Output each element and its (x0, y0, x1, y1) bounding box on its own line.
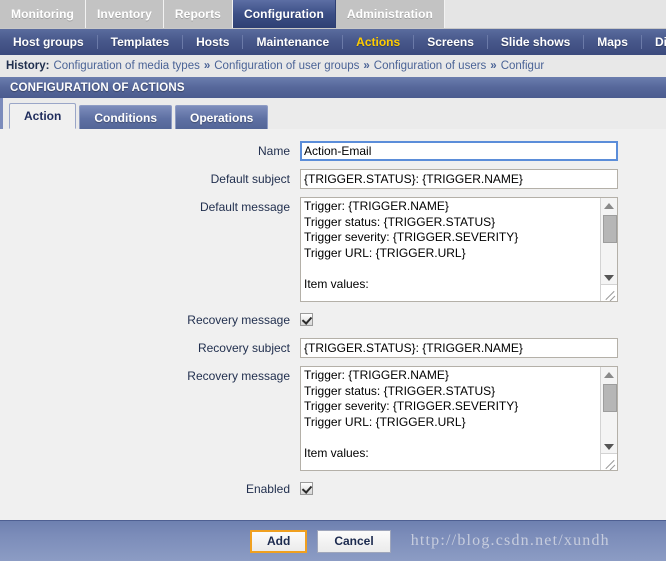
cancel-button[interactable]: Cancel (317, 529, 391, 553)
default-message-label: Default message (199, 200, 290, 214)
resize-grip-icon[interactable] (600, 284, 617, 301)
add-button[interactable]: Add (250, 529, 308, 553)
topnav-label: Administration (346, 7, 433, 21)
subnav-item-slide-shows[interactable]: Slide shows (488, 35, 585, 49)
subnav-label: Maintenance (256, 35, 330, 49)
scroll-down-arrow-icon[interactable] (601, 439, 617, 454)
subnav-label: Templates (110, 35, 170, 49)
name-label: Name (257, 144, 290, 158)
page-title-text: CONFIGURATION OF ACTIONS (10, 81, 185, 94)
breadcrumb-item-truncated[interactable]: Configur (501, 60, 544, 72)
subnav-item-host-groups[interactable]: Host groups (0, 35, 98, 49)
recovery-subject-label: Recovery subject (197, 341, 290, 355)
topnav-item-monitoring[interactable]: Monitoring (0, 0, 86, 28)
breadcrumb-item-user-groups[interactable]: Configuration of user groups (214, 60, 359, 72)
action-form: Name Default subject Default message Tri… (0, 129, 666, 520)
topnav-label: Reports (174, 7, 221, 21)
topnav-label: Inventory (96, 7, 152, 21)
topnav-item-inventory[interactable]: Inventory (85, 0, 164, 28)
subnav-label: Di (654, 35, 666, 49)
enabled-label: Enabled (245, 482, 290, 496)
tab-label: Action (24, 109, 62, 123)
breadcrumb-item-users[interactable]: Configuration of users (374, 60, 487, 72)
subnav-item-maintenance[interactable]: Maintenance (243, 35, 344, 49)
watermark-text: http://blog.csdn.net/xundh (410, 532, 610, 549)
topnav-filler (444, 0, 666, 28)
subnav-item-maps[interactable]: Maps (584, 35, 642, 49)
tab-label: Operations (190, 110, 254, 125)
form-row-recovery-subject: Recovery subject (0, 338, 666, 358)
subnav-item-discovery[interactable]: Di (642, 35, 666, 49)
resize-grip-icon[interactable] (600, 453, 617, 470)
subnav-label: Slide shows (500, 35, 571, 49)
topnav-item-configuration[interactable]: Configuration (232, 0, 336, 28)
recovery-message-text: Trigger: {TRIGGER.NAME} Trigger status: … (304, 368, 519, 460)
scroll-up-arrow-icon[interactable] (601, 367, 617, 382)
scrollbar-thumb[interactable] (603, 215, 617, 243)
scrollbar-thumb[interactable] (603, 384, 617, 412)
recovery-subject-input[interactable] (300, 338, 618, 358)
tab-operations[interactable]: Operations (175, 105, 269, 129)
subnav-item-hosts[interactable]: Hosts (183, 35, 244, 49)
primary-navigation: Monitoring Inventory Reports Configurati… (0, 0, 666, 29)
form-row-recovery-message-toggle: Recovery message (0, 310, 666, 330)
default-subject-input[interactable] (300, 169, 618, 189)
subnav-label: Host groups (13, 35, 84, 49)
breadcrumb-item-media-types[interactable]: Configuration of media types (53, 60, 199, 72)
tab-conditions[interactable]: Conditions (79, 105, 172, 129)
subnav-label: Screens (427, 35, 474, 49)
form-row-recovery-message: Recovery message Trigger: {TRIGGER.NAME}… (0, 366, 666, 471)
recovery-message-label: Recovery message (187, 369, 290, 383)
recovery-message-textarea[interactable]: Trigger: {TRIGGER.NAME} Trigger status: … (300, 366, 618, 471)
tab-bar: Action Conditions Operations (0, 98, 666, 129)
subnav-label: Actions (356, 35, 401, 49)
form-row-default-message: Default message Trigger: {TRIGGER.NAME} … (0, 197, 666, 302)
subnav-label: Maps (597, 35, 628, 49)
breadcrumb-separator: » (490, 60, 497, 72)
topnav-item-reports[interactable]: Reports (163, 0, 233, 28)
subnav-item-templates[interactable]: Templates (98, 35, 184, 49)
recovery-message-checkbox[interactable] (300, 313, 313, 326)
breadcrumb-separator: » (203, 60, 211, 72)
form-row-enabled: Enabled (0, 479, 666, 499)
default-subject-label: Default subject (210, 172, 290, 186)
subnav-label: Hosts (196, 35, 230, 49)
recovery-message-toggle-label: Recovery message (187, 313, 290, 327)
default-message-textarea[interactable]: Trigger: {TRIGGER.NAME} Trigger status: … (300, 197, 618, 302)
topnav-item-administration[interactable]: Administration (335, 0, 445, 28)
breadcrumb-separator: » (363, 60, 370, 72)
scroll-down-arrow-icon[interactable] (601, 270, 617, 285)
form-footer: Add Cancel http://blog.csdn.net/xundh (0, 520, 666, 561)
breadcrumb-label: History: (6, 60, 50, 72)
secondary-navigation: Host groups Templates Hosts Maintenance … (0, 29, 666, 55)
subnav-item-screens[interactable]: Screens (414, 35, 488, 49)
enabled-checkbox[interactable] (300, 482, 313, 495)
breadcrumb: History: Configuration of media types » … (0, 55, 666, 77)
page-title: CONFIGURATION OF ACTIONS (0, 77, 666, 98)
scroll-up-arrow-icon[interactable] (601, 198, 617, 213)
tab-label: Conditions (94, 110, 157, 125)
name-input[interactable] (300, 141, 618, 161)
form-row-default-subject: Default subject (0, 169, 666, 189)
subnav-item-actions[interactable]: Actions (343, 35, 415, 49)
topnav-label: Monitoring (11, 7, 74, 21)
tab-action[interactable]: Action (9, 103, 77, 129)
default-message-text: Trigger: {TRIGGER.NAME} Trigger status: … (304, 199, 519, 291)
topnav-label: Configuration (243, 7, 324, 21)
form-row-name: Name (0, 141, 666, 161)
